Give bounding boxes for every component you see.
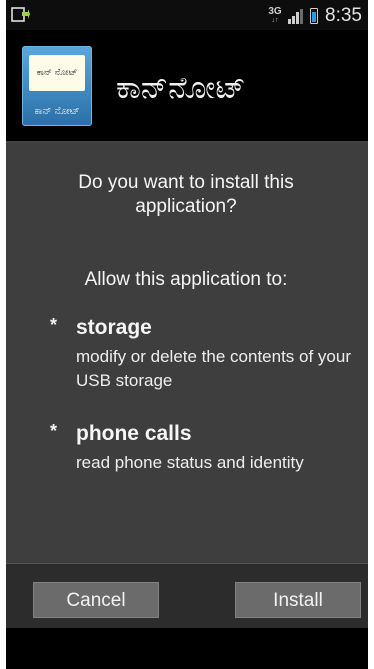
- app-icon-label: ಕಾನ್ ನೋಟ್: [34, 106, 80, 117]
- permission-title: phone calls: [76, 422, 192, 445]
- download-notification-icon: [10, 6, 30, 24]
- battery-icon: [310, 8, 319, 24]
- installer-header: ಕಾನ್ ನೋಟ್ ಕಾನ್ ನೋಟ್ ಕಾನ್‌ನೋಟ್: [6, 30, 368, 143]
- app-icon: ಕಾನ್ ನೋಟ್ ಕಾನ್ ನೋಟ್: [22, 46, 92, 126]
- app-name: ಕಾನ್‌ನೋಟ್: [116, 70, 246, 106]
- status-bar: 3G ↓↑ 8:35: [6, 0, 368, 30]
- install-dialog-body[interactable]: Do you want to install this application?…: [6, 143, 368, 563]
- network-arrows: ↓↑: [271, 17, 279, 24]
- permission-title: storage: [76, 316, 152, 339]
- signal-strength-icon: [288, 9, 304, 24]
- navigation-bar: [6, 628, 368, 669]
- cancel-button[interactable]: Cancel: [33, 582, 159, 618]
- network-type-indicator: 3G ↓↑: [268, 7, 282, 25]
- dialog-button-bar: Cancel Install: [6, 563, 368, 628]
- install-button[interactable]: Install: [235, 582, 361, 618]
- permissions-heading: Allow this application to:: [84, 269, 288, 290]
- permission-description: modify or delete the contents of your US…: [76, 347, 351, 390]
- permission-description: read phone status and identity: [76, 453, 304, 472]
- clock: 8:35: [325, 5, 362, 26]
- permission-bullet: *: [50, 315, 58, 335]
- battery-level: [312, 12, 317, 22]
- install-question: Do you want to install this application?: [78, 172, 294, 217]
- phone-screen: 3G ↓↑ 8:35 ಕಾನ್ ನೋಟ್ ಕಾನ್ ನೋಟ್ ಕಾನ್‌ನೋಟ್…: [6, 0, 368, 669]
- permission-bullet: *: [50, 421, 58, 441]
- app-icon-note-card: ಕಾನ್ ನೋಟ್: [29, 55, 85, 91]
